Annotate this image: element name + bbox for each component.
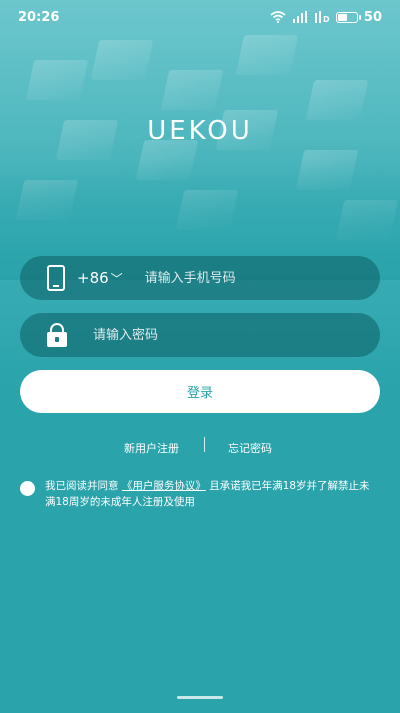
status-time: 20:26: [18, 9, 60, 25]
wifi-icon: [270, 11, 286, 23]
password-input[interactable]: [93, 313, 380, 357]
chevron-down-icon[interactable]: ﹀: [111, 270, 123, 287]
home-indicator[interactable]: [177, 696, 223, 699]
forgot-password-link[interactable]: 忘记密码: [228, 440, 272, 456]
agreement: 我已阅读并同意 《用户服务协议》 且承诺我已年满18岁并了解禁止未满18周岁的未…: [20, 478, 380, 510]
agreement-prefix: 我已阅读并同意: [45, 480, 119, 492]
svg-text:D: D: [323, 15, 330, 23]
app-logo: UEKOU: [147, 116, 253, 146]
phone-icon: [47, 265, 65, 291]
lock-icon: [47, 323, 67, 347]
link-divider: [204, 437, 205, 452]
phone-field: +86 ﹀: [20, 256, 380, 300]
status-bar: 20:26 D 50: [0, 0, 400, 34]
password-field: [20, 313, 380, 357]
register-link[interactable]: 新用户注册: [124, 440, 179, 456]
battery-icon: [335, 11, 361, 23]
country-code-selector[interactable]: +86: [77, 269, 109, 287]
login-button[interactable]: 登录: [20, 370, 380, 413]
hd-icon: D: [314, 11, 330, 23]
auth-links: 新用户注册 忘记密码: [0, 437, 400, 457]
battery-level: 50: [363, 9, 382, 25]
agree-radio[interactable]: [20, 481, 35, 496]
status-icons: D 50: [270, 10, 382, 25]
service-agreement-link[interactable]: 《用户服务协议》: [122, 480, 206, 492]
phone-input[interactable]: [144, 256, 380, 300]
signal-icon: [292, 11, 307, 23]
agreement-text: 我已阅读并同意 《用户服务协议》 且承诺我已年满18岁并了解禁止未满18周岁的未…: [45, 478, 380, 510]
